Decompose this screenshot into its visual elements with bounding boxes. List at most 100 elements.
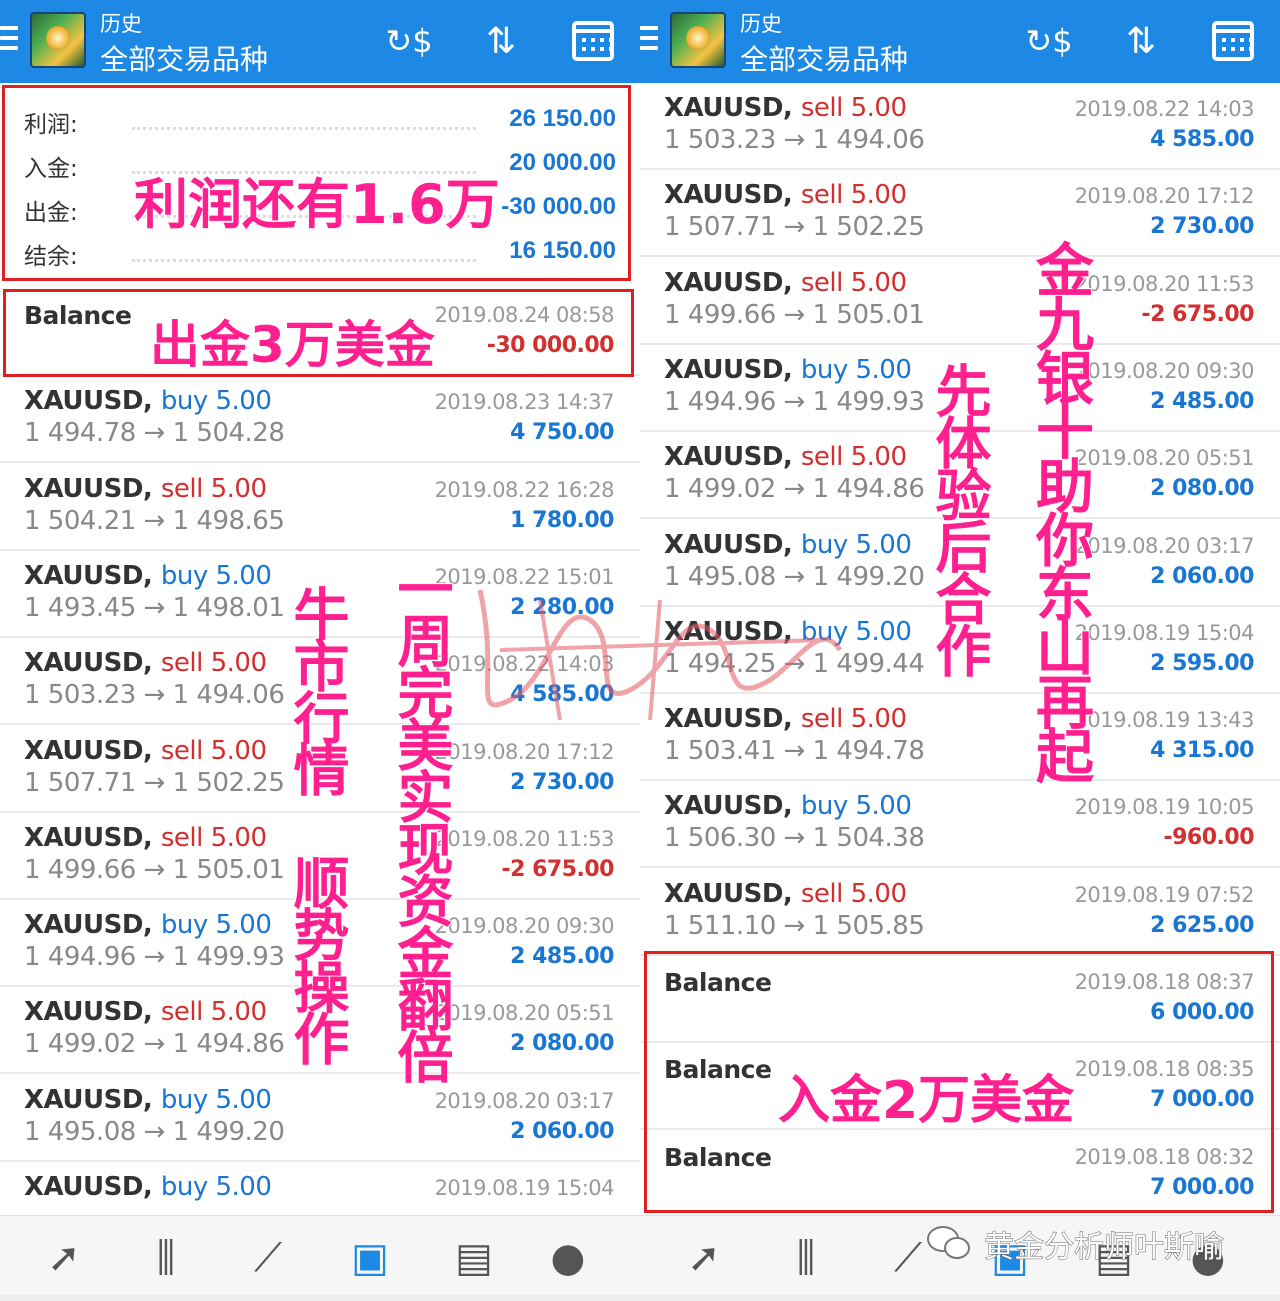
row-time: 2019.08.22 14:03 <box>1074 97 1255 121</box>
trade-symbol: XAUUSD, buy 5.00 <box>24 1172 272 1202</box>
menu-icon[interactable] <box>0 26 18 56</box>
app-bar: 历史 全部交易品种 ↻$ ⇅ <box>640 0 1280 83</box>
trade-symbol: XAUUSD, sell 5.00 <box>24 997 267 1028</box>
row-profit: 2 060.00 <box>1150 563 1254 589</box>
row-profit: -960.00 <box>1163 825 1254 851</box>
chart-candles-icon[interactable]: ⫼ <box>778 1232 834 1284</box>
trade-row[interactable]: XAUUSD, buy 5.00 1 494.78 → 1 504.28 2019.… <box>0 376 640 464</box>
bottom-nav: ➚ ⫼ ⟋ ▣ ▤ ● <box>0 1215 640 1301</box>
trade-prices: 1 503.41 → 1 494.78 <box>664 736 925 767</box>
trade-prices: 1 499.66 → 1 505.01 <box>664 299 925 330</box>
trade-symbol: XAUUSD, buy 5.00 <box>24 560 272 591</box>
trade-side: buy 5.00 <box>800 354 912 385</box>
help-note: 金九银十助你东山再起 <box>1025 239 1095 781</box>
trade-side: sell 5.00 <box>160 822 267 853</box>
row-profit: 4 750.00 <box>510 420 614 446</box>
trade-prices: 1 499.02 → 1 494.86 <box>24 1029 285 1060</box>
trade-side: sell 5.00 <box>800 93 907 123</box>
trade-side: sell 5.00 <box>800 878 907 909</box>
trade-row[interactable]: XAUUSD, sell 5.00 1 507.71 → 1 502.25 2019… <box>640 170 1280 258</box>
watermark: 黄金分析师叶斯喻 <box>984 1230 1225 1266</box>
row-profit: 4 315.00 <box>1150 738 1254 764</box>
trade-side: sell 5.00 <box>160 648 267 679</box>
trade-side: buy 5.00 <box>160 1172 272 1202</box>
trade-prices: 1 499.02 → 1 494.86 <box>664 474 925 505</box>
calendar-icon[interactable] <box>1208 16 1258 66</box>
app-title[interactable]: 全部交易品种 <box>740 38 908 78</box>
row-time: 2019.08.22 16:28 <box>434 477 615 502</box>
trade-symbol: XAUUSD, sell 5.00 <box>664 878 907 909</box>
trade-side: sell 5.00 <box>800 267 907 298</box>
chat-icon[interactable]: ● <box>540 1232 596 1284</box>
trade-prices: 1 503.23 → 1 494.06 <box>664 125 925 155</box>
trade-prices: 1 494.78 → 1 504.28 <box>24 418 285 449</box>
row-profit: 4 585.00 <box>1150 127 1254 152</box>
row-time: 2019.08.19 07:52 <box>1074 882 1255 907</box>
deposit-note: 入金2万美金 <box>777 1070 1075 1132</box>
trade-side: buy 5.00 <box>160 1084 272 1115</box>
trade-icon[interactable]: ➚ <box>676 1232 732 1284</box>
row-time: 2019.08.20 11:53 <box>434 826 615 851</box>
trade-prices: 1 511.10 → 1 505.85 <box>664 910 925 941</box>
trade-prices: 1 507.71 → 1 502.25 <box>24 767 285 798</box>
bull-note: 牛市行情 顺势操作 <box>283 584 350 1063</box>
row-profit: 2 080.00 <box>510 1031 614 1057</box>
news-icon[interactable]: ▤ <box>446 1232 502 1284</box>
trade-row[interactable]: XAUUSD, sell 5.00 1 504.21 → 1 498.65 2019… <box>0 464 640 551</box>
trade-prices: 1 494.96 → 1 499.93 <box>24 942 285 973</box>
trade-side: sell 5.00 <box>800 442 907 473</box>
sort-icon[interactable]: ⇅ <box>1116 16 1166 66</box>
row-time: 2019.08.20 05:51 <box>434 1001 615 1026</box>
trade-symbol: XAUUSD, buy 5.00 <box>664 529 912 560</box>
app-title[interactable]: 全部交易品种 <box>100 38 268 78</box>
app-logo <box>670 12 726 68</box>
trade-row[interactable]: XAUUSD, sell 5.00 1 499.66 → 1 505.01 2019… <box>640 258 1280 345</box>
trade-prices: 1 506.30 → 1 504.38 <box>664 823 925 854</box>
trade-icon[interactable]: ➚ <box>36 1232 92 1284</box>
menu-icon[interactable] <box>640 26 658 56</box>
sort-icon[interactable]: ⇅ <box>476 16 526 66</box>
trade-prices: 1 493.45 → 1 498.01 <box>24 592 285 623</box>
row-time: 2019.08.20 17:12 <box>1074 184 1255 209</box>
calendar-icon[interactable] <box>568 16 618 66</box>
row-time: 2019.08.19 15:04 <box>434 1176 615 1200</box>
trade-symbol: XAUUSD, sell 5.00 <box>664 267 907 298</box>
trade-symbol: XAUUSD, sell 5.00 <box>24 648 267 679</box>
row-time: 2019.08.20 09:30 <box>434 914 615 939</box>
trade-side: buy 5.00 <box>800 529 912 560</box>
trade-side: sell 5.00 <box>160 473 267 504</box>
trade-row[interactable]: XAUUSD, sell 5.00 1 503.23 → 1 494.06 2019… <box>640 83 1280 170</box>
row-profit: 2 080.00 <box>1150 476 1254 502</box>
chart-trend-icon[interactable]: ⟋ <box>240 1232 296 1284</box>
chart-candles-icon[interactable]: ⫼ <box>138 1232 194 1284</box>
row-profit: -2 675.00 <box>501 856 615 882</box>
trade-side: buy 5.00 <box>160 386 272 417</box>
row-profit: 1 780.00 <box>510 507 614 533</box>
trade-symbol: XAUUSD, buy 5.00 <box>24 1084 272 1115</box>
trade-symbol: XAUUSD, buy 5.00 <box>24 386 272 417</box>
trade-side: buy 5.00 <box>160 910 272 941</box>
app-bar: 历史 全部交易品种 ↻$ ⇅ <box>0 0 640 83</box>
withdraw-note: 出金3万美金 <box>149 315 436 375</box>
row-profit: 2 060.00 <box>510 1118 614 1144</box>
try-note: 先体验后合作 <box>925 361 992 675</box>
trade-symbol: XAUUSD, buy 5.00 <box>664 791 912 822</box>
trade-side: buy 5.00 <box>800 791 912 822</box>
trade-row[interactable]: XAUUSD, buy 5.00 1 506.30 → 1 504.38 2019.… <box>640 781 1280 869</box>
currency-sort-icon[interactable]: ↻$ <box>1024 16 1074 66</box>
row-time: 2019.08.20 17:12 <box>434 739 615 764</box>
trade-symbol: XAUUSD, buy 5.00 <box>664 354 912 385</box>
currency-sort-icon[interactable]: ↻$ <box>384 16 434 66</box>
row-profit: 2 625.00 <box>1150 912 1254 938</box>
trade-prices: 1 494.96 → 1 499.93 <box>664 386 925 417</box>
row-profit: 2 485.00 <box>1150 388 1254 414</box>
app-subtitle: 历史 <box>100 12 142 36</box>
trade-prices: 1 503.23 → 1 494.06 <box>24 680 285 711</box>
history-inbox-icon[interactable]: ▣ <box>342 1232 398 1284</box>
row-profit: -2 675.00 <box>1141 301 1255 327</box>
trade-row[interactable]: XAUUSD, sell 5.00 1 511.10 → 1 505.85 2019… <box>640 869 1280 956</box>
trade-prices: 1 495.08 → 1 499.20 <box>24 1116 285 1147</box>
trade-prices: 1 507.71 → 1 502.25 <box>664 212 925 243</box>
trade-row[interactable]: XAUUSD, buy 5.00 1 495.08 → 1 499.20 2019.… <box>0 1075 640 1162</box>
row-time: 2019.08.20 03:17 <box>434 1088 615 1113</box>
